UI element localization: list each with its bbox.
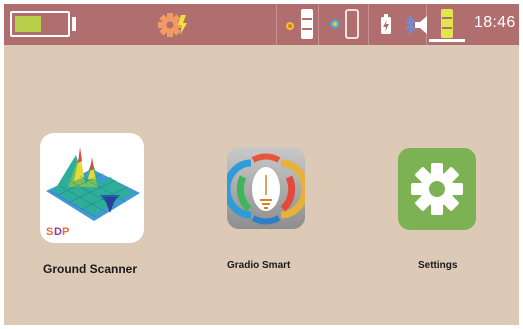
settings-gear-icon[interactable] — [398, 148, 476, 230]
gradio-smart-icon[interactable] — [223, 147, 309, 229]
volume-icon[interactable] — [415, 16, 429, 39]
status-divider — [368, 4, 369, 45]
battery-level-fill — [15, 16, 41, 32]
svg-text:D: D — [54, 226, 62, 238]
app-settings[interactable]: Settings — [396, 146, 486, 276]
app-gradio-smart[interactable]: Gradio Smart — [223, 146, 314, 276]
svg-text:P: P — [62, 226, 69, 238]
battery-tip — [72, 17, 76, 31]
gauge-level-icon — [301, 9, 313, 44]
app-label-settings: Settings — [418, 260, 458, 271]
app-label-gradio-smart: Gradio Smart — [227, 260, 291, 271]
gps-indicator-icon — [329, 17, 341, 35]
power-icon — [381, 14, 391, 39]
app-ground-scanner[interactable]: S D P Ground Scanner — [38, 132, 168, 277]
sensor-indicator-icon — [285, 18, 295, 36]
home-screen: 18:46 S D P Ground Scanner Gradio Smart … — [4, 4, 519, 325]
status-bar: 18:46 — [4, 4, 519, 45]
phone-icon — [345, 9, 359, 44]
ground-scanner-3d-map-icon[interactable]: S D P — [40, 133, 144, 243]
svg-text:S: S — [46, 226, 53, 238]
status-divider — [318, 4, 319, 45]
status-divider — [276, 4, 277, 45]
app-label-ground-scanner: Ground Scanner — [43, 262, 138, 276]
battery-icon — [10, 11, 70, 37]
volume-level-icon[interactable] — [429, 8, 465, 47]
settings-alert-icon[interactable] — [156, 9, 190, 41]
sdp-logo: S D P — [46, 226, 69, 238]
clock: 18:46 — [474, 14, 516, 31]
